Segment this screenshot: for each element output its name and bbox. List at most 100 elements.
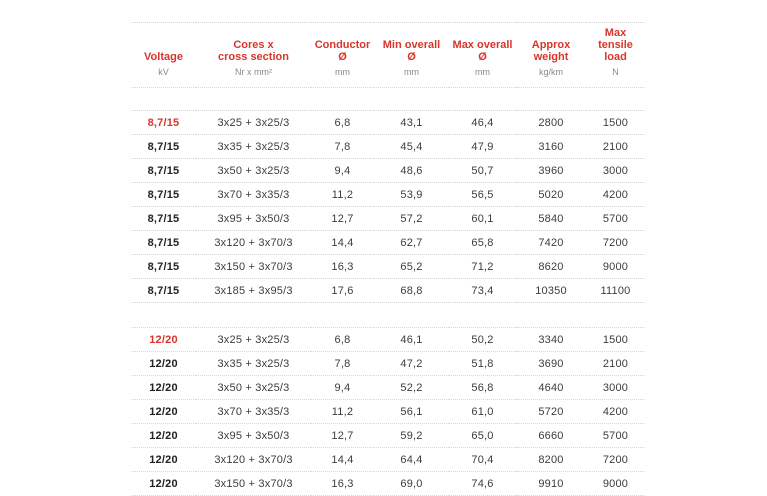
cell-min-overall: 59,2 xyxy=(374,423,449,448)
cell-conductor: 16,3 xyxy=(311,254,374,279)
cell-tensile: 9000 xyxy=(586,254,645,279)
cell-tensile: 11100 xyxy=(586,278,645,303)
cell-min-overall: 48,6 xyxy=(374,158,449,183)
cell-min-overall: 64,4 xyxy=(374,447,449,472)
table-row: 8,7/15 3x185 + 3x95/3 17,6 68,8 73,4 10350 111… xyxy=(131,278,645,303)
cell-weight: 3690 xyxy=(516,351,586,376)
unit-weight: kg/km xyxy=(538,67,563,77)
cell-cores: 3x25 + 3x25/3 xyxy=(196,327,311,352)
cell-voltage: 12/20 xyxy=(131,327,196,352)
cell-tensile: 4200 xyxy=(586,182,645,207)
cell-weight: 6660 xyxy=(516,423,586,448)
header-conductor: Conductor Ø xyxy=(311,22,374,65)
table-row: 12/20 3x35 + 3x25/3 7,8 47,2 51,8 3690 2100 xyxy=(131,351,645,376)
cell-conductor: 7,8 xyxy=(311,351,374,376)
cell-conductor: 9,4 xyxy=(311,158,374,183)
cable-spec-table: Voltage Cores x cross section Conductor … xyxy=(131,22,645,496)
cell-tensile: 7200 xyxy=(586,230,645,255)
cell-cores: 3x185 + 3x95/3 xyxy=(196,278,311,303)
cell-conductor: 7,8 xyxy=(311,134,374,159)
cell-cores: 3x70 + 3x35/3 xyxy=(196,399,311,424)
cell-tensile: 2100 xyxy=(586,134,645,159)
cell-voltage: 12/20 xyxy=(131,399,196,424)
cell-min-overall: 46,1 xyxy=(374,327,449,352)
cell-voltage: 8,7/15 xyxy=(131,230,196,255)
table-row: 8,7/15 3x120 + 3x70/3 14,4 62,7 65,8 7420 7200 xyxy=(131,230,645,255)
cell-cores: 3x25 + 3x25/3 xyxy=(196,110,311,135)
table-row: 12/20 3x25 + 3x25/3 6,8 46,1 50,2 3340 1500 xyxy=(131,327,645,352)
cell-cores: 3x35 + 3x25/3 xyxy=(196,134,311,159)
header-min-overall: Min overall Ø xyxy=(374,22,449,65)
cell-cores: 3x35 + 3x25/3 xyxy=(196,351,311,376)
cell-voltage: 8,7/15 xyxy=(131,110,196,135)
cell-weight: 3160 xyxy=(516,134,586,159)
cell-tensile: 5700 xyxy=(586,206,645,231)
cell-weight: 5020 xyxy=(516,182,586,207)
cell-weight: 9910 xyxy=(516,471,586,496)
cell-max-overall: 50,2 xyxy=(449,327,516,352)
group-separator xyxy=(131,87,645,111)
cell-max-overall: 47,9 xyxy=(449,134,516,159)
cell-weight: 2800 xyxy=(516,110,586,135)
cell-tensile: 1500 xyxy=(586,110,645,135)
cell-cores: 3x70 + 3x35/3 xyxy=(196,182,311,207)
cell-conductor: 6,8 xyxy=(311,327,374,352)
cell-conductor: 12,7 xyxy=(311,423,374,448)
cell-min-overall: 52,2 xyxy=(374,375,449,400)
table-row: 8,7/15 3x70 + 3x35/3 11,2 53,9 56,5 5020 4200 xyxy=(131,182,645,207)
unit-max-overall: mm xyxy=(475,67,490,77)
cell-weight: 8200 xyxy=(516,447,586,472)
cell-min-overall: 53,9 xyxy=(374,182,449,207)
cell-min-overall: 69,0 xyxy=(374,471,449,496)
cell-max-overall: 50,7 xyxy=(449,158,516,183)
cell-conductor: 6,8 xyxy=(311,110,374,135)
cell-voltage: 8,7/15 xyxy=(131,206,196,231)
cell-voltage: 8,7/15 xyxy=(131,278,196,303)
table-row: 8,7/15 3x50 + 3x25/3 9,4 48,6 50,7 3960 3000 xyxy=(131,158,645,183)
cell-voltage: 12/20 xyxy=(131,375,196,400)
cell-max-overall: 46,4 xyxy=(449,110,516,135)
cell-voltage: 12/20 xyxy=(131,351,196,376)
cell-cores: 3x150 + 3x70/3 xyxy=(196,471,311,496)
cell-min-overall: 47,2 xyxy=(374,351,449,376)
cell-max-overall: 70,4 xyxy=(449,447,516,472)
cell-cores: 3x95 + 3x50/3 xyxy=(196,206,311,231)
cell-weight: 8620 xyxy=(516,254,586,279)
cell-voltage: 8,7/15 xyxy=(131,158,196,183)
cell-conductor: 9,4 xyxy=(311,375,374,400)
cell-cores: 3x120 + 3x70/3 xyxy=(196,447,311,472)
unit-tensile: N xyxy=(612,67,619,77)
table-row: 8,7/15 3x150 + 3x70/3 16,3 65,2 71,2 8620 9000 xyxy=(131,254,645,279)
cell-min-overall: 43,1 xyxy=(374,110,449,135)
table-row: 12/20 3x70 + 3x35/3 11,2 56,1 61,0 5720 4200 xyxy=(131,399,645,424)
cell-voltage: 8,7/15 xyxy=(131,254,196,279)
unit-voltage: kV xyxy=(158,67,169,77)
cell-tensile: 5700 xyxy=(586,423,645,448)
cell-tensile: 4200 xyxy=(586,399,645,424)
cell-max-overall: 60,1 xyxy=(449,206,516,231)
cell-cores: 3x150 + 3x70/3 xyxy=(196,254,311,279)
cell-max-overall: 71,2 xyxy=(449,254,516,279)
cell-cores: 3x95 + 3x50/3 xyxy=(196,423,311,448)
table-row: 8,7/15 3x35 + 3x25/3 7,8 45,4 47,9 3160 2100 xyxy=(131,134,645,159)
cell-weight: 3960 xyxy=(516,158,586,183)
cell-max-overall: 61,0 xyxy=(449,399,516,424)
cell-max-overall: 56,8 xyxy=(449,375,516,400)
cell-tensile: 3000 xyxy=(586,158,645,183)
unit-cores: Nr x mm² xyxy=(235,67,272,77)
header-tensile: Max tensile load xyxy=(586,22,645,65)
unit-min-overall: mm xyxy=(404,67,419,77)
cell-cores: 3x120 + 3x70/3 xyxy=(196,230,311,255)
cell-tensile: 2100 xyxy=(586,351,645,376)
table-row: 12/20 3x150 + 3x70/3 16,3 69,0 74,6 9910 9000 xyxy=(131,471,645,496)
cell-max-overall: 65,0 xyxy=(449,423,516,448)
cell-weight: 3340 xyxy=(516,327,586,352)
cell-conductor: 16,3 xyxy=(311,471,374,496)
cell-min-overall: 57,2 xyxy=(374,206,449,231)
header-row: Voltage Cores x cross section Conductor … xyxy=(131,22,645,65)
cell-tensile: 9000 xyxy=(586,471,645,496)
cell-voltage: 12/20 xyxy=(131,447,196,472)
table-body: 8,7/15 3x25 + 3x25/3 6,8 43,1 46,4 2800 1500 8,… xyxy=(131,87,645,496)
table-row: 8,7/15 3x95 + 3x50/3 12,7 57,2 60,1 5840 5700 xyxy=(131,206,645,231)
units-row: kV Nr x mm² mm mm mm kg/km N xyxy=(131,65,645,88)
